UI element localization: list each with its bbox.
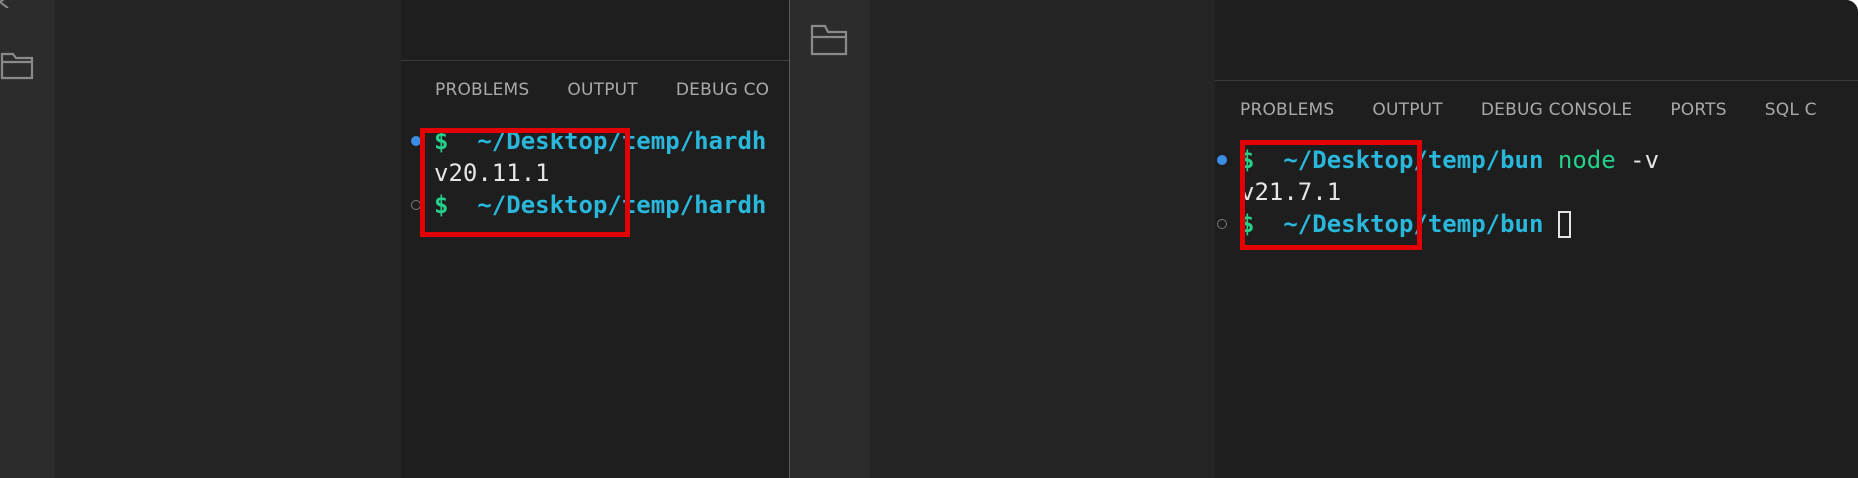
panel-tabs: PROBLEMS OUTPUT DEBUG CONSOLE PORTS SQL C <box>1240 100 1858 120</box>
tab-output[interactable]: OUTPUT <box>567 80 638 100</box>
command-pending-dot-icon[interactable] <box>411 200 421 210</box>
right-vscode-window: PROBLEMS OUTPUT DEBUG CONSOLE PORTS SQL C $ … <box>790 0 1858 478</box>
explorer-sidebar <box>870 0 1215 478</box>
prompt-path: ~/Desktop/temp/hardh <box>477 191 767 219</box>
tab-output[interactable]: OUTPUT <box>1372 100 1443 120</box>
prompt-symbol: $ <box>434 127 449 155</box>
activity-bar <box>790 0 870 478</box>
terminal-line: $ ~/Desktop/temp/bun <box>1215 208 1858 240</box>
terminal-line: $ ~/Desktop/temp/bun node -v <box>1215 144 1858 176</box>
folder-icon[interactable] <box>810 20 850 58</box>
terminal-line: v20.11.1 <box>401 157 790 189</box>
chevron-left-icon[interactable] <box>0 0 12 8</box>
terminal[interactable]: $ ~/Desktop/temp/bun node -v v21.7.1 $ ~… <box>1215 144 1858 240</box>
prompt-symbol: $ <box>1240 146 1255 174</box>
tab-ports[interactable]: PORTS <box>1670 100 1726 120</box>
tab-debug-console[interactable]: DEBUG CONSOLE <box>1481 100 1632 120</box>
tab-debug-console[interactable]: DEBUG CO <box>676 80 769 100</box>
command-pending-dot-icon[interactable] <box>1217 219 1227 229</box>
prompt-symbol: $ <box>434 191 449 219</box>
terminal-line: $ ~/Desktop/temp/hardh <box>401 189 790 221</box>
terminal-line: v21.7.1 <box>1215 176 1858 208</box>
tab-sql-console[interactable]: SQL C <box>1765 100 1817 120</box>
terminal-cursor[interactable] <box>1557 211 1571 238</box>
bottom-panel: PROBLEMS OUTPUT DEBUG CONSOLE PORTS SQL C $ … <box>1215 0 1858 478</box>
terminal[interactable]: $ ~/Desktop/temp/hardh v20.11.1 $ ~/Desk… <box>401 125 790 221</box>
terminal-output: v20.11.1 <box>434 159 550 187</box>
explorer-sidebar <box>55 0 401 478</box>
panel-border <box>1215 80 1858 81</box>
command-success-dot-icon[interactable] <box>411 136 421 146</box>
prompt-path: ~/Desktop/temp/bun <box>1283 210 1544 238</box>
panel-tabs: PROBLEMS OUTPUT DEBUG CO <box>435 80 790 100</box>
tab-problems[interactable]: PROBLEMS <box>1240 100 1334 120</box>
prompt-path: ~/Desktop/temp/bun <box>1283 146 1544 174</box>
terminal-command: node <box>1557 146 1616 174</box>
command-success-dot-icon[interactable] <box>1217 155 1227 165</box>
prompt-symbol: $ <box>1240 210 1255 238</box>
folder-icon[interactable] <box>0 46 36 82</box>
bottom-panel: PROBLEMS OUTPUT DEBUG CO $ ~/Desktop/temp/… <box>401 0 790 478</box>
terminal-output: v21.7.1 <box>1240 178 1342 206</box>
panel-border <box>401 60 790 61</box>
prompt-path: ~/Desktop/temp/hardh <box>477 127 767 155</box>
tab-problems[interactable]: PROBLEMS <box>435 80 529 100</box>
terminal-line: $ ~/Desktop/temp/hardh <box>401 125 790 157</box>
terminal-command-arg: -v <box>1630 146 1660 174</box>
activity-bar <box>0 0 55 478</box>
left-vscode-window: PROBLEMS OUTPUT DEBUG CO $ ~/Desktop/temp/… <box>0 0 790 478</box>
